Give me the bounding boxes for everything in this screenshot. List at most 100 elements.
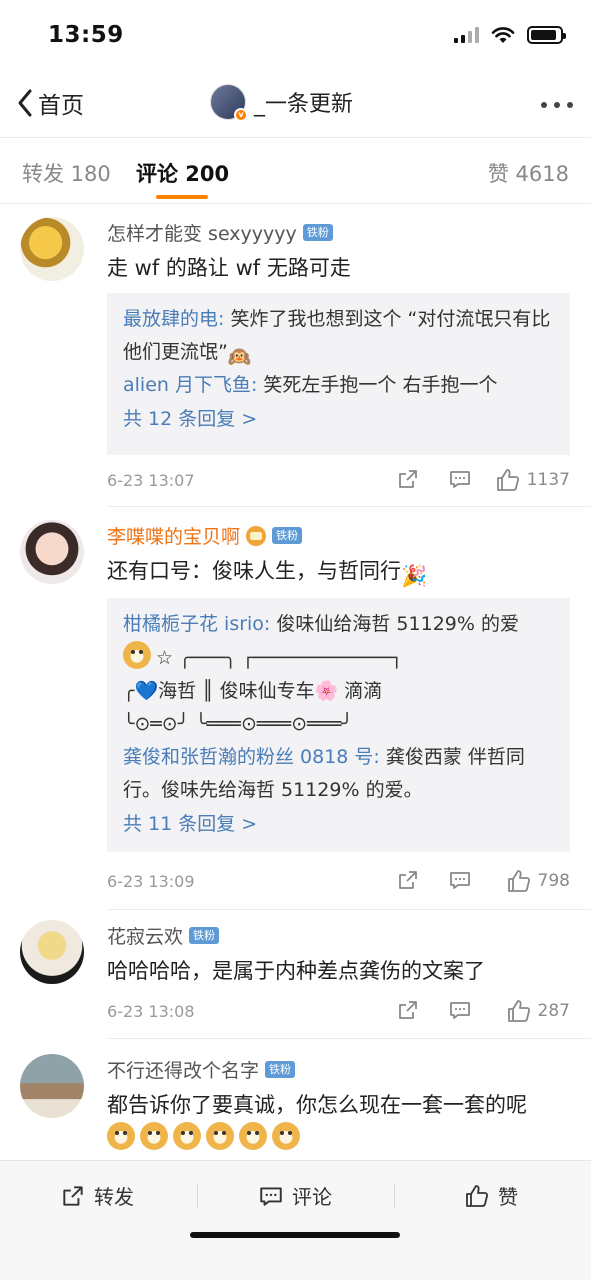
doge-emoji (140, 1122, 168, 1150)
reply-art-line: ☆ ╭───╮ ┌────────────┐ (123, 641, 554, 675)
battery-icon (527, 26, 566, 44)
comment-icon[interactable] (448, 998, 472, 1022)
comment-author[interactable]: 李喋喋的宝贝啊 (107, 522, 240, 549)
divider (107, 506, 591, 507)
doge-emoji (173, 1122, 201, 1150)
party-emoji: 🎉 (401, 564, 428, 588)
share-icon[interactable] (396, 467, 420, 491)
reply-item: 龚俊和张哲瀚的粉丝 0818 号: 龚俊西蒙 伴哲同行。俊味先给海哲 51129… (123, 741, 554, 807)
avatar[interactable] (20, 920, 84, 984)
repost-button[interactable]: 转发 (60, 1181, 134, 1210)
divider (107, 1038, 591, 1039)
reply-item: alien 月下飞鱼: 笑死左手抱一个 右手抱一个 (123, 369, 554, 402)
comment-text: 都告诉你了要真诚，你怎么现在一套一套的呢 (107, 1093, 527, 1117)
comment-text: 走 wf 的路让 wf 无路可走 (107, 256, 351, 280)
comment-icon[interactable] (448, 467, 472, 491)
fan-badge: 铁粉 (302, 224, 333, 241)
thumbs-up-icon (507, 1000, 530, 1022)
like-count: 798 (537, 871, 570, 891)
crown-icon (246, 525, 267, 546)
status-time: 13:59 (48, 22, 124, 48)
view-replies-link[interactable]: 共 12 条回复 > (123, 402, 554, 436)
view-replies-link[interactable]: 共 11 条回复 > (123, 807, 554, 841)
fan-badge: 铁粉 (272, 527, 303, 544)
fan-badge: 铁粉 (265, 1061, 296, 1078)
comment-author[interactable]: 不行还得改个名字 (107, 1056, 259, 1083)
verified-icon: v (234, 108, 248, 122)
home-indicator (190, 1232, 400, 1238)
thumbs-up-icon (466, 1184, 489, 1207)
reply-author[interactable]: 龚俊和张哲瀚的粉丝 0818 号: (123, 746, 380, 768)
signal-icon (454, 27, 479, 43)
tab-likes[interactable]: 赞 4618 (488, 158, 569, 188)
doge-emoji (206, 1122, 234, 1150)
reply-art-line: ╭💙海哲 ║ 俊味仙专车🌸 滴滴 (123, 680, 383, 702)
separator (197, 1183, 198, 1209)
nav-bar: 首页 v _一条更新 (0, 72, 591, 138)
doge-emoji (272, 1122, 300, 1150)
status-icons (454, 26, 566, 44)
like-button[interactable]: 798 (506, 868, 570, 894)
share-icon (63, 1185, 83, 1206)
status-bar: 13:59 (0, 0, 591, 72)
reply-author[interactable]: 最放肆的电: (123, 308, 224, 330)
comment-text: 还有口号：俊味人生，与哲同行🎉 (107, 559, 428, 588)
nav-title: _一条更新 (254, 92, 354, 117)
tab-repost[interactable]: 转发 180 (22, 158, 111, 188)
avatar[interactable] (20, 1054, 84, 1118)
comment-author[interactable]: 花寂云欢 (107, 922, 183, 949)
doge-emoji (123, 641, 151, 669)
comment-time: 6-23 13:07 (107, 471, 195, 490)
divider (107, 909, 591, 910)
reply-author[interactable]: 柑橘栀子花 isrio: (123, 613, 270, 635)
tab-comments[interactable]: 评论 200 (136, 158, 229, 188)
reply-item: 柑橘栀子花 isrio: 俊味仙给海哲 51129% 的爱 (123, 608, 554, 641)
like-count: 1137 (526, 470, 570, 490)
reply-box[interactable]: 柑橘栀子花 isrio: 俊味仙给海哲 51129% 的爱 ☆ ╭───╮ ┌─… (107, 598, 570, 852)
reply-author[interactable]: alien 月下飞鱼: (123, 374, 257, 396)
comment-meta: 6-23 13:08 287 (107, 998, 570, 1028)
doge-emoji (107, 1122, 135, 1150)
thumbs-up-icon (496, 469, 519, 491)
comment-time: 6-23 13:08 (107, 1002, 195, 1021)
emoji-row (107, 1122, 305, 1150)
avatar[interactable] (20, 217, 84, 281)
comment-meta: 6-23 13:09 798 (107, 868, 570, 898)
tab-bar: 转发 180 评论 200 赞 4618 (0, 138, 591, 204)
repost-label: 转发 (94, 1185, 134, 1209)
like-button[interactable]: 1137 (495, 467, 570, 493)
comment-time: 6-23 13:09 (107, 872, 195, 891)
nav-author[interactable]: v _一条更新 (210, 84, 354, 122)
avatar[interactable] (20, 520, 84, 584)
more-icon[interactable] (541, 102, 573, 108)
bottom-action-bar: 转发 评论 赞 (0, 1160, 591, 1280)
like-post-button[interactable]: 赞 (464, 1181, 518, 1210)
reply-art-line: ╰⊙═⊙╯ ╰═══⊙═══⊙═══╯ (123, 713, 353, 735)
back-label: 首页 (38, 93, 84, 119)
reply-text: 笑死左手抱一个 右手抱一个 (257, 374, 498, 396)
reply-box[interactable]: 最放肆的电: 笑炸了我也想到这个 “对付流氓只有比他们更流氓”🙉 alien 月… (107, 293, 570, 455)
chevron-left-icon (18, 89, 32, 117)
reply-item: 最放肆的电: 笑炸了我也想到这个 “对付流氓只有比他们更流氓”🙉 (123, 303, 554, 369)
comment-icon (260, 1186, 282, 1206)
like-label: 赞 (498, 1185, 518, 1209)
wifi-icon (491, 27, 515, 43)
share-icon[interactable] (396, 998, 420, 1022)
comment-button[interactable]: 评论 (258, 1181, 332, 1210)
share-icon[interactable] (396, 868, 420, 892)
back-button[interactable]: 首页 (16, 86, 84, 120)
fan-badge: 铁粉 (189, 927, 220, 944)
comment-author[interactable]: 怎样才能变 sexyyyyy (107, 219, 297, 246)
comment-meta: 6-23 13:07 1137 (107, 467, 570, 497)
active-tab-indicator (156, 195, 208, 199)
separator (394, 1183, 395, 1209)
like-button[interactable]: 287 (506, 998, 570, 1024)
monkey-emoji: 🙉 (227, 346, 252, 368)
comment-label: 评论 (292, 1185, 332, 1209)
comment-text: 哈哈哈哈，是属于内种差点龚伤的文案了 (107, 959, 485, 983)
comment-icon[interactable] (448, 868, 472, 892)
doge-emoji (239, 1122, 267, 1150)
thumbs-up-icon (507, 870, 530, 892)
reply-text: 俊味仙给海哲 51129% 的爱 (270, 613, 519, 635)
author-avatar[interactable]: v (210, 84, 248, 122)
